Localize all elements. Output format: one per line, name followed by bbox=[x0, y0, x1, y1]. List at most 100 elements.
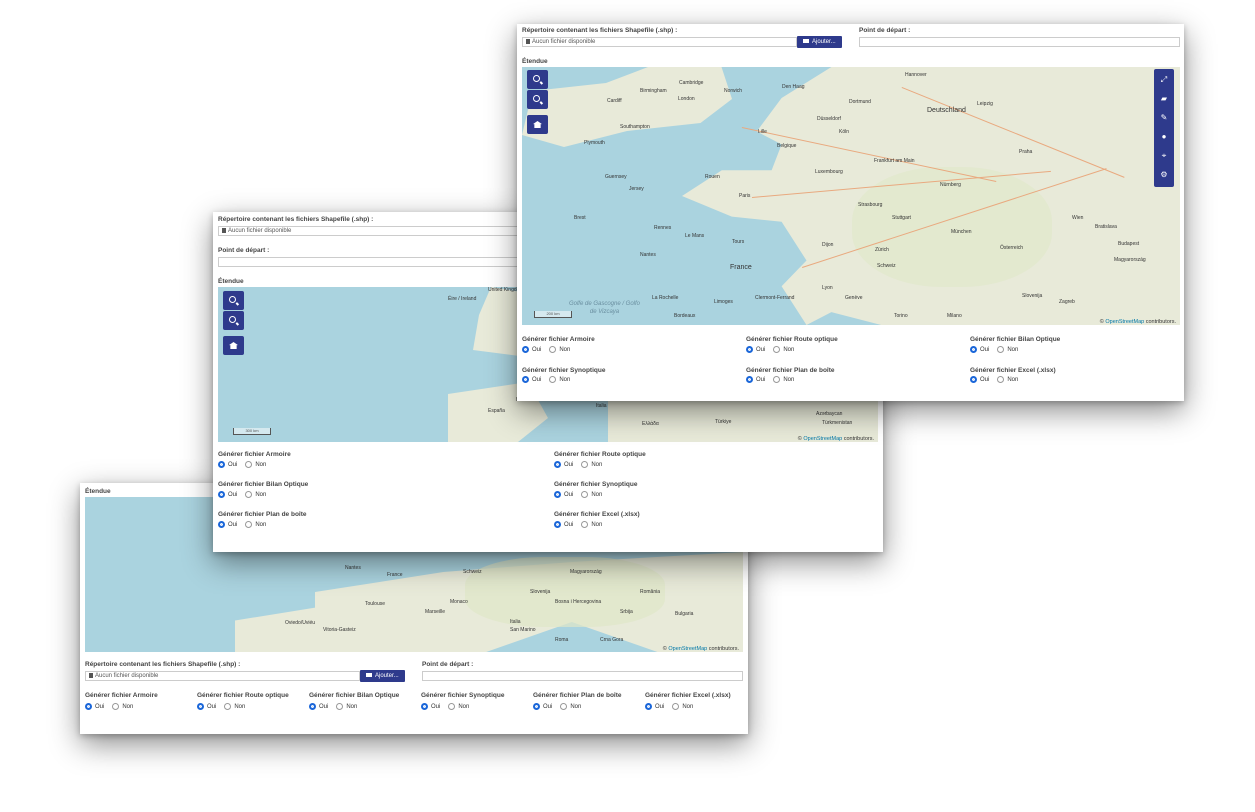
radio-oui[interactable] bbox=[746, 376, 753, 383]
opt-plan-radios: Oui Non bbox=[218, 521, 266, 528]
radio-oui[interactable] bbox=[554, 521, 561, 528]
map-city: Leipzig bbox=[977, 101, 993, 107]
start-point-input[interactable] bbox=[422, 671, 743, 681]
opt-synoptique-radios: Oui Non bbox=[554, 491, 602, 498]
radio-oui[interactable] bbox=[309, 703, 316, 710]
radio-non[interactable] bbox=[997, 376, 1005, 383]
radio-non[interactable] bbox=[245, 461, 253, 468]
map-view-large[interactable]: Cambridge Birmingham Norwich Hannover Ca… bbox=[522, 67, 1180, 325]
opt-plan-label: Générer fichier Plan de boîte bbox=[746, 367, 835, 374]
radio-oui[interactable] bbox=[421, 703, 428, 710]
map-city: Rouen bbox=[705, 174, 720, 180]
opt-bilan-radios: Oui Non bbox=[218, 491, 266, 498]
add-file-button[interactable]: Ajouter... bbox=[797, 36, 842, 48]
opt-plan-label: Générer fichier Plan de boîte bbox=[218, 511, 307, 518]
home-button[interactable] bbox=[527, 115, 548, 134]
opt-plan-radios: Oui Non bbox=[533, 703, 581, 710]
opt-plan-label: Générer fichier Plan de boîte bbox=[533, 692, 622, 699]
radio-oui[interactable] bbox=[218, 491, 225, 498]
opt-bilan-radios: Oui Non bbox=[970, 346, 1018, 353]
map-city: France bbox=[387, 572, 403, 578]
map-city: Bulgaria bbox=[675, 611, 694, 617]
osm-link[interactable]: OpenStreetMap bbox=[803, 436, 842, 442]
opt-synoptique-radios: Oui Non bbox=[421, 703, 469, 710]
map-city: Strasbourg bbox=[858, 202, 883, 208]
zoom-in-button[interactable] bbox=[223, 291, 244, 310]
radio-oui[interactable] bbox=[218, 461, 225, 468]
radio-oui[interactable] bbox=[522, 346, 529, 353]
map-city: Guernsey bbox=[605, 174, 627, 180]
opt-route-label: Générer fichier Route optique bbox=[197, 692, 289, 699]
opt-excel-label: Générer fichier Excel (.xlsx) bbox=[970, 367, 1056, 374]
radio-oui[interactable] bbox=[970, 376, 977, 383]
zoom-in-icon bbox=[533, 75, 540, 82]
map-scale: 300 km bbox=[233, 428, 271, 435]
opt-armoire-radios: Oui Non bbox=[85, 703, 133, 710]
radio-non[interactable] bbox=[672, 703, 680, 710]
radio-oui[interactable] bbox=[554, 461, 561, 468]
radio-non[interactable] bbox=[581, 491, 589, 498]
eraser-icon[interactable]: ▰ bbox=[1159, 94, 1169, 104]
opt-bilan-radios: Oui Non bbox=[309, 703, 357, 710]
radio-non[interactable] bbox=[245, 521, 253, 528]
radio-non[interactable] bbox=[112, 703, 120, 710]
pencil-icon[interactable]: ✎ bbox=[1159, 113, 1169, 123]
radio-non[interactable] bbox=[448, 703, 456, 710]
map-city: Limoges bbox=[714, 299, 733, 305]
point-icon[interactable]: ● bbox=[1159, 132, 1169, 142]
map-city: Ελλάδα bbox=[642, 421, 659, 427]
radio-non[interactable] bbox=[224, 703, 232, 710]
home-button[interactable] bbox=[223, 336, 244, 355]
radio-oui[interactable] bbox=[533, 703, 540, 710]
opt-armoire-radios: Oui Non bbox=[522, 346, 570, 353]
add-file-button[interactable]: Ajouter... bbox=[360, 670, 405, 682]
map-city: Nantes bbox=[345, 565, 361, 571]
map-city: Österreich bbox=[1000, 245, 1024, 251]
radio-oui[interactable] bbox=[645, 703, 652, 710]
radio-non[interactable] bbox=[773, 346, 781, 353]
zoom-out-button[interactable] bbox=[223, 311, 244, 330]
radio-oui[interactable] bbox=[197, 703, 204, 710]
radio-oui[interactable] bbox=[218, 521, 225, 528]
map-city: Clermont-Ferrand bbox=[755, 295, 795, 301]
radio-non[interactable] bbox=[549, 346, 557, 353]
radio-non[interactable] bbox=[560, 703, 568, 710]
map-city: Dortmund bbox=[849, 99, 871, 105]
radio-non[interactable] bbox=[245, 491, 253, 498]
map-city: Den Haag bbox=[782, 84, 805, 90]
radio-non[interactable] bbox=[773, 376, 781, 383]
map-city: Frankfurt am Main bbox=[874, 158, 915, 164]
map-city: Bratislava bbox=[1095, 224, 1117, 230]
opt-armoire-radios: Oui Non bbox=[218, 461, 266, 468]
radio-non[interactable] bbox=[997, 346, 1005, 353]
radio-oui[interactable] bbox=[522, 376, 529, 383]
map-city: Magyarország bbox=[1114, 257, 1146, 263]
osm-link[interactable]: OpenStreetMap bbox=[668, 646, 707, 652]
zoom-in-button[interactable] bbox=[527, 70, 548, 89]
extent-select-icon[interactable]: ⌖ bbox=[1159, 151, 1169, 161]
radio-oui[interactable] bbox=[85, 703, 92, 710]
opt-armoire-label: Générer fichier Armoire bbox=[85, 692, 158, 699]
map-city: Le Mans bbox=[685, 233, 705, 239]
radio-oui[interactable] bbox=[746, 346, 753, 353]
radio-non[interactable] bbox=[581, 521, 589, 528]
opt-excel-radios: Oui Non bbox=[554, 521, 602, 528]
zoom-in-icon bbox=[229, 296, 236, 303]
map-city: Monaco bbox=[450, 599, 468, 605]
fullscreen-icon[interactable]: ⤢ bbox=[1159, 75, 1169, 85]
radio-oui[interactable] bbox=[554, 491, 561, 498]
map-city: Lyon bbox=[822, 285, 833, 291]
radio-non[interactable] bbox=[549, 376, 557, 383]
start-point-input[interactable] bbox=[859, 37, 1180, 47]
osm-link[interactable]: OpenStreetMap bbox=[1105, 319, 1144, 325]
zoom-out-button[interactable] bbox=[527, 90, 548, 109]
opt-excel-radios: Oui Non bbox=[645, 703, 693, 710]
radio-non[interactable] bbox=[336, 703, 344, 710]
opt-route-label: Générer fichier Route optique bbox=[746, 336, 838, 343]
radio-non[interactable] bbox=[581, 461, 589, 468]
radio-oui[interactable] bbox=[970, 346, 977, 353]
settings-icon[interactable]: ⚙ bbox=[1159, 170, 1169, 180]
opt-excel-radios: Oui Non bbox=[970, 376, 1018, 383]
map-city: Zürich bbox=[875, 247, 889, 253]
shapefile-dir-label: Répertoire contenant les fichiers Shapef… bbox=[522, 27, 678, 34]
